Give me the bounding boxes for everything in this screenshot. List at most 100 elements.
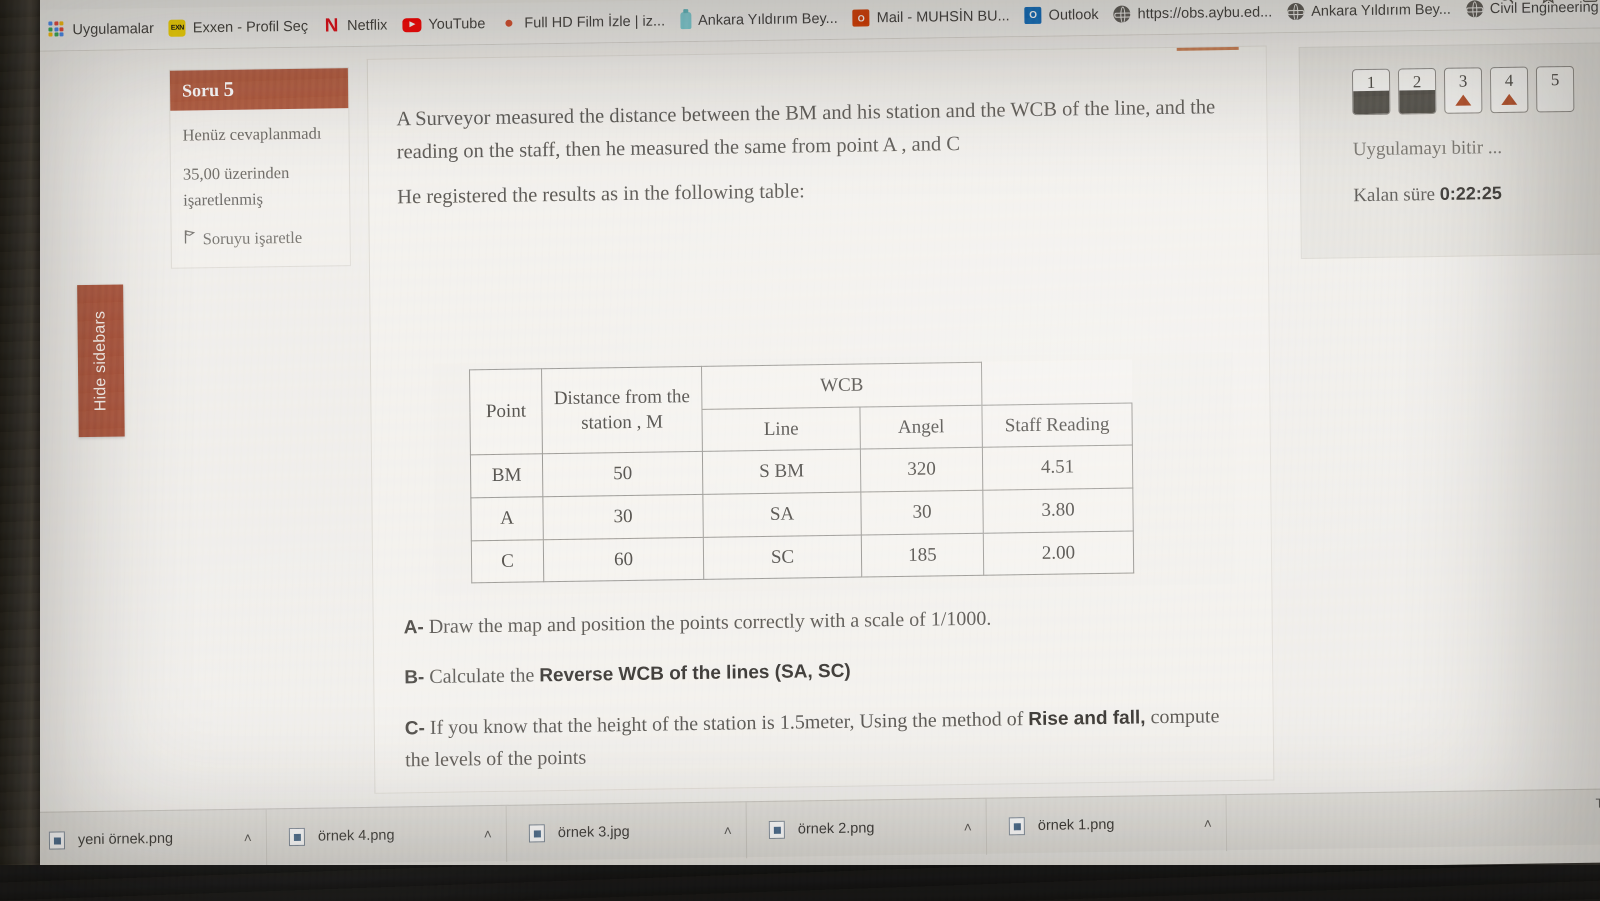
bookmark-aybu-1[interactable]: Ankara Yıldırım Bey... bbox=[679, 10, 838, 30]
chevron-up-icon[interactable]: ˄ bbox=[702, 822, 732, 838]
cell-point: C bbox=[471, 539, 544, 584]
cell-staff: 3.80 bbox=[982, 487, 1134, 533]
download-item-ornek-1[interactable]: örnek 1.png ˄ bbox=[986, 794, 1228, 855]
item-text: If you know that the height of the stati… bbox=[429, 707, 1029, 739]
question-paragraph-1: A Surveyor measured the distance between… bbox=[396, 96, 1216, 164]
apps-grid-icon bbox=[48, 21, 65, 38]
download-file-name: yeni örnek.png bbox=[77, 830, 174, 848]
cell-staff: 2.00 bbox=[983, 530, 1134, 576]
bookmark-exxen[interactable]: EXN Exxen - Profil Seç bbox=[168, 18, 309, 37]
th-angel: Angel bbox=[859, 404, 983, 450]
chevron-up-icon[interactable]: ˄ bbox=[222, 829, 252, 845]
nav-box-5[interactable]: 5 bbox=[1535, 65, 1575, 113]
question-paragraph-2: He registered the results as in the foll… bbox=[397, 180, 805, 209]
bookmark-label: Ankara Yıldırım Bey... bbox=[1311, 1, 1451, 20]
question-header-number: 5 bbox=[223, 76, 235, 101]
bookmark-mail[interactable]: O Mail - MUHSİN BU... bbox=[852, 7, 1010, 27]
bookmark-label: Exxen - Profil Seç bbox=[192, 18, 309, 36]
bottle-icon bbox=[679, 12, 692, 30]
bookmark-label: Outlook bbox=[1048, 6, 1099, 24]
download-item-ornek-4[interactable]: örnek 4.png ˄ bbox=[266, 805, 508, 865]
question-marks: 35,00 üzerinden işaretlenmiş bbox=[182, 162, 290, 211]
bookmark-uygulamalar[interactable]: Uygulamalar bbox=[48, 20, 154, 39]
cell-angel: 30 bbox=[860, 490, 984, 535]
globe-icon bbox=[1287, 2, 1305, 21]
chevron-up-icon[interactable]: ˄ bbox=[1182, 815, 1212, 831]
flag-triangle-icon bbox=[1501, 93, 1518, 106]
cell-angel: 185 bbox=[861, 532, 984, 578]
flag-question-label: Soruyu işaretle bbox=[202, 227, 303, 249]
bookmark-obs[interactable]: https://obs.aybu.ed... bbox=[1113, 3, 1273, 23]
file-image-icon bbox=[1008, 816, 1025, 835]
th-staff-reading: Staff Reading bbox=[981, 402, 1133, 448]
remaining-time-label: Kalan süre bbox=[1353, 184, 1436, 207]
nav-box-4[interactable]: 4 bbox=[1489, 66, 1529, 114]
globe-icon bbox=[1465, 0, 1483, 18]
file-image-icon bbox=[768, 820, 785, 839]
bookmark-label: Full HD Film İzle | iz... bbox=[524, 12, 666, 31]
chevron-up-icon[interactable]: ˄ bbox=[942, 818, 972, 834]
cell-point: BM bbox=[470, 454, 543, 498]
chevron-up-icon[interactable]: ˄ bbox=[462, 826, 492, 842]
cell-staff: 4.51 bbox=[982, 445, 1133, 491]
download-file-name: örnek 1.png bbox=[1037, 816, 1115, 834]
bookmark-netflix[interactable]: N Netflix bbox=[323, 15, 388, 37]
bookmark-label: YouTube bbox=[428, 15, 486, 33]
item-text: Calculate the bbox=[429, 664, 540, 689]
download-item-ornek-2[interactable]: örnek 2.png ˄ bbox=[746, 798, 988, 858]
download-item-ornek-3[interactable]: örnek 3.jpg ˄ bbox=[506, 801, 748, 862]
bookmark-label: Netflix bbox=[347, 17, 388, 34]
nav-box-number: 1 bbox=[1366, 72, 1376, 93]
item-letter: A- bbox=[403, 617, 424, 639]
question-card: A Surveyor measured the distance between… bbox=[366, 45, 1275, 794]
bookmark-star-icon[interactable] bbox=[1538, 0, 1558, 5]
bookmark-outlook[interactable]: O Outlook bbox=[1024, 6, 1099, 25]
item-text: Draw the map and position the points cor… bbox=[428, 607, 992, 638]
question-header-prefix: Soru bbox=[181, 80, 220, 101]
th-wcb-group: WCB bbox=[701, 362, 982, 410]
cell-line: SA bbox=[702, 491, 862, 537]
th-spacer bbox=[981, 360, 1132, 405]
youtube-icon bbox=[402, 17, 422, 32]
question-nav-boxes: 1 2 3 4 5 bbox=[1300, 43, 1600, 116]
survey-data-table: Point Distance from the station , M WCB … bbox=[469, 359, 1135, 584]
page-content: Hide sidebars Soru 5 Henüz cevaplanmadı … bbox=[18, 28, 1600, 812]
bookmark-fullhdfilm[interactable]: Full HD Film İzle | iz... bbox=[500, 13, 665, 31]
item-bold-text: Rise and fall, bbox=[1028, 707, 1146, 730]
language-indicator: Tur bbox=[1595, 795, 1600, 811]
extension-icon[interactable] bbox=[1580, 0, 1600, 5]
outlook-icon: O bbox=[1024, 6, 1042, 25]
bookmark-label: Ankara Yıldırım Bey... bbox=[697, 10, 838, 29]
nav-box-3[interactable]: 3 bbox=[1443, 67, 1483, 114]
question-header: Soru 5 bbox=[169, 68, 349, 111]
bookmark-label: Uygulamalar bbox=[72, 20, 154, 38]
nav-box-number: 5 bbox=[1550, 70, 1560, 90]
nav-box-2[interactable]: 2 bbox=[1397, 67, 1437, 115]
question-text: A Surveyor measured the distance between… bbox=[396, 91, 1227, 227]
zoom-search-icon[interactable] bbox=[1496, 0, 1516, 6]
hide-sidebars-toggle[interactable]: Hide sidebars bbox=[77, 284, 125, 438]
cell-line: SC bbox=[703, 534, 862, 580]
browser-window: /mod/quiz/attempt.php?attempt=336691&cmi… bbox=[18, 0, 1600, 886]
photographed-screen: /mod/quiz/attempt.php?attempt=336691&cmi… bbox=[0, 0, 1600, 901]
globe-icon bbox=[1113, 5, 1131, 23]
nav-box-1[interactable]: 1 bbox=[1351, 68, 1391, 116]
download-file-name: örnek 3.jpg bbox=[557, 823, 630, 841]
bookmark-youtube[interactable]: YouTube bbox=[402, 16, 485, 33]
finish-attempt-link[interactable]: Uygulamayı bitir ... bbox=[1353, 137, 1503, 160]
download-file-name: örnek 2.png bbox=[797, 819, 875, 838]
quiz-navigation-panel: 1 2 3 4 5 Uygulamayı bitir ... Kalan sür… bbox=[1298, 42, 1600, 259]
moodle-quiz-page: Hide sidebars Soru 5 Henüz cevaplanmadı … bbox=[58, 28, 1600, 812]
cell-distance: 30 bbox=[542, 494, 704, 540]
bookmark-aybu-2[interactable]: Ankara Yıldırım Bey... bbox=[1287, 1, 1451, 21]
th-distance: Distance from the station , M bbox=[541, 366, 703, 455]
exxen-icon: EXN bbox=[168, 19, 186, 37]
question-item-c: C- If you know that the height of the st… bbox=[405, 700, 1246, 777]
question-info-panel: Soru 5 Henüz cevaplanmadı 35,00 üzerinde… bbox=[168, 67, 351, 269]
flag-icon bbox=[184, 230, 196, 244]
netflix-icon: N bbox=[324, 15, 339, 37]
flag-question-button[interactable]: Soruyu işaretle bbox=[184, 224, 338, 253]
nav-box-number: 4 bbox=[1504, 70, 1514, 90]
download-item-yeni-ornek[interactable]: yeni örnek.png ˄ bbox=[26, 808, 268, 869]
nav-box-number: 3 bbox=[1458, 71, 1468, 91]
